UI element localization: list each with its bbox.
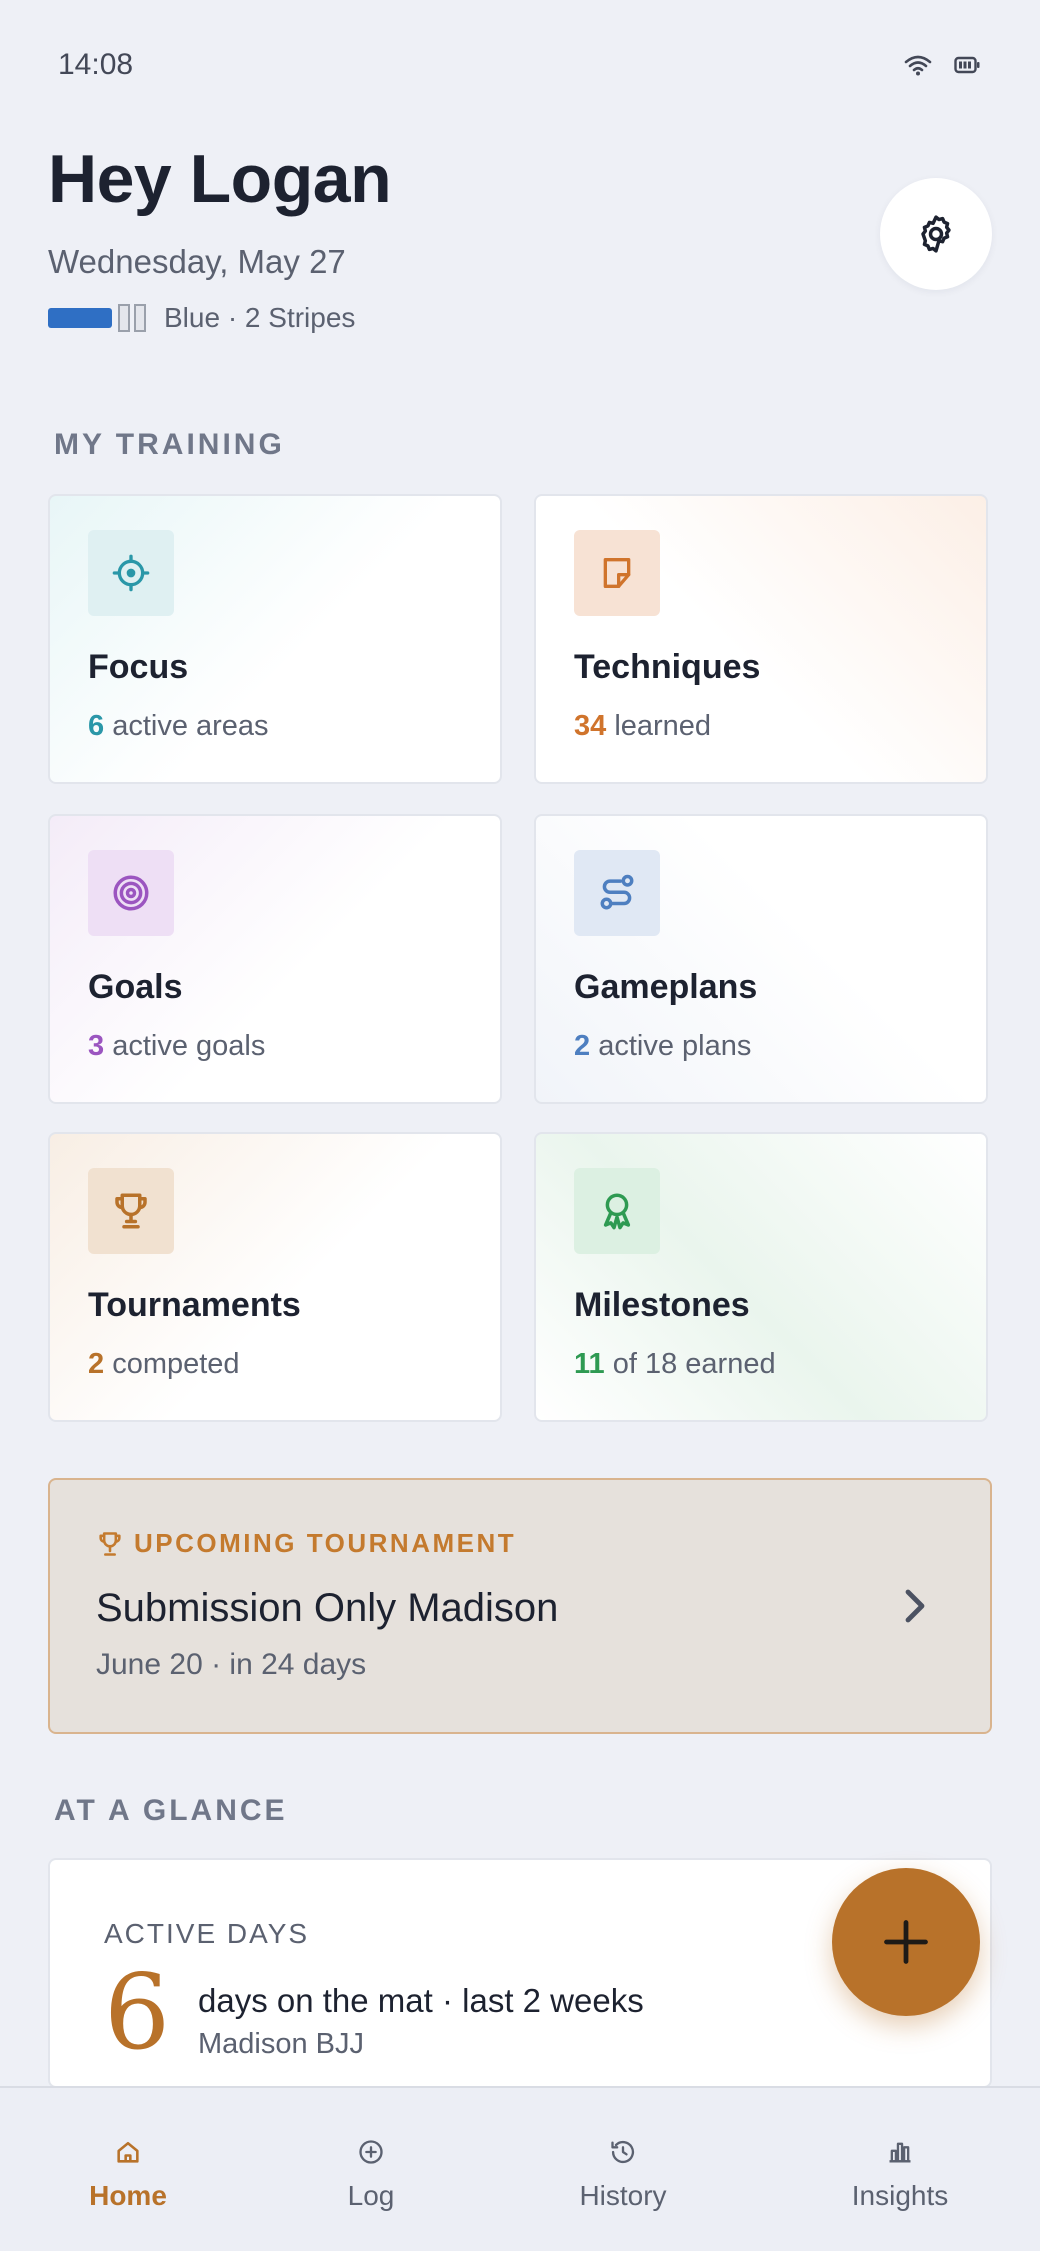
- card-title: Milestones: [574, 1286, 750, 1324]
- card-subtitle: 3 active goals: [88, 1030, 265, 1063]
- crosshair-icon: [88, 530, 174, 616]
- plus-icon: [884, 1920, 928, 1964]
- card-count: 6: [88, 710, 105, 742]
- belt-color-bar: [48, 308, 112, 328]
- gear-icon: [921, 215, 951, 253]
- status-time: 14:08: [58, 48, 134, 81]
- target-icon: [88, 850, 174, 936]
- belt-stripe: [134, 304, 146, 332]
- card-title: Techniques: [574, 648, 761, 686]
- battery-icon: [954, 56, 980, 74]
- award-icon: [574, 1168, 660, 1254]
- card-focus[interactable]: Focus 6 active areas: [48, 494, 502, 784]
- bar-chart-icon: [889, 2142, 911, 2163]
- card-subtitle-text: competed: [104, 1348, 240, 1380]
- tournament-kicker-label: UPCOMING TOURNAMENT: [134, 1528, 517, 1558]
- home-icon: [117, 2141, 139, 2163]
- card-goals[interactable]: Goals 3 active goals: [48, 814, 502, 1104]
- active-days-description: days on the mat · last 2 weeks: [198, 1982, 644, 2019]
- tab-insights[interactable]: Insights: [800, 2088, 1000, 2251]
- upcoming-tournament-card[interactable]: UPCOMING TOURNAMENT Submission Only Madi…: [48, 1478, 992, 1734]
- card-subtitle: 2 active plans: [574, 1030, 751, 1063]
- card-subtitle-text: learned: [606, 710, 712, 742]
- greeting-title: Hey Logan: [48, 141, 392, 217]
- card-subtitle-text: active goals: [104, 1030, 266, 1062]
- card-title: Goals: [88, 968, 183, 1006]
- card-count: 3: [88, 1030, 105, 1062]
- card-subtitle: 11 of 18 earned: [574, 1348, 776, 1381]
- tab-label: Insights: [851, 2180, 949, 2211]
- add-session-button[interactable]: [832, 1868, 980, 2016]
- card-title: Tournaments: [88, 1286, 301, 1324]
- belt-rank: Blue · 2 Stripes: [48, 302, 355, 334]
- belt-stripe: [118, 304, 130, 332]
- trophy-icon: [99, 1531, 121, 1556]
- tab-label: Log: [347, 2180, 395, 2211]
- bottom-tab-bar: Home Log History Insights: [0, 2086, 1040, 2251]
- card-milestones[interactable]: Milestones 11 of 18 earned: [534, 1132, 988, 1422]
- card-subtitle: 6 active areas: [88, 710, 269, 743]
- card-gameplans[interactable]: Gameplans 2 active plans: [534, 814, 988, 1104]
- tournament-name: Submission Only Madison: [96, 1586, 559, 1630]
- card-subtitle-text: active areas: [104, 710, 269, 742]
- card-title: Gameplans: [574, 968, 758, 1006]
- wifi-icon: [904, 55, 932, 76]
- header: Hey Logan Wednesday, May 27 Blue · 2 Str…: [48, 140, 992, 360]
- card-subtitle-text: of 18 earned: [604, 1348, 776, 1380]
- active-days-gym: Madison BJJ: [198, 2028, 365, 2060]
- tournament-date: June 20 · in 24 days: [96, 1648, 367, 1681]
- tournament-kicker: UPCOMING TOURNAMENT: [96, 1528, 516, 1559]
- tab-label: History: [579, 2180, 667, 2211]
- card-count: 11: [574, 1348, 605, 1380]
- route-icon: [574, 850, 660, 936]
- card-subtitle: 2 competed: [88, 1348, 240, 1381]
- status-icons: [904, 54, 980, 76]
- active-days-label: ACTIVE DAYS: [104, 1918, 310, 1949]
- history-icon: [611, 2140, 635, 2164]
- active-days-number: 6: [104, 1951, 171, 2073]
- card-count: 34: [574, 710, 607, 742]
- card-count: 2: [88, 1348, 105, 1380]
- section-title-at-a-glance: AT A GLANCE: [54, 1794, 288, 1827]
- trophy-icon: [88, 1168, 174, 1254]
- card-count: 2: [574, 1030, 591, 1062]
- tab-label: Home: [89, 2180, 167, 2211]
- tab-log[interactable]: Log: [271, 2088, 471, 2251]
- chevron-right-icon: [905, 1589, 925, 1623]
- section-title-my-training: MY TRAINING: [54, 428, 285, 461]
- card-techniques[interactable]: Techniques 34 learned: [534, 494, 988, 784]
- status-bar: 14:08: [0, 0, 1040, 130]
- plus-circle-icon: [359, 2140, 383, 2164]
- card-title: Focus: [88, 648, 189, 686]
- current-date: Wednesday, May 27: [48, 243, 346, 280]
- sticky-note-icon: [574, 530, 660, 616]
- settings-button[interactable]: [880, 178, 992, 290]
- belt-label: Blue · 2 Stripes: [164, 302, 356, 333]
- card-subtitle-text: active plans: [590, 1030, 752, 1062]
- tab-history[interactable]: History: [523, 2088, 723, 2251]
- card-tournaments[interactable]: Tournaments 2 competed: [48, 1132, 502, 1422]
- tab-home[interactable]: Home: [28, 2088, 228, 2251]
- card-subtitle: 34 learned: [574, 710, 711, 743]
